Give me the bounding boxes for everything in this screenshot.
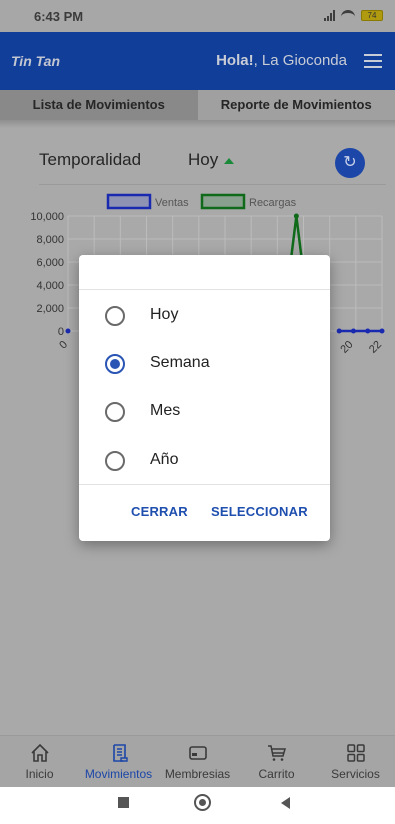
dialog-bottom-divider xyxy=(79,484,330,485)
nav-item-movimientos[interactable]: Movimientos xyxy=(79,736,158,787)
x-tick-label: 22 xyxy=(367,339,384,356)
radio-ano[interactable] xyxy=(105,451,125,471)
greeting-bold: Hola! xyxy=(216,52,254,69)
option-ano[interactable]: Año xyxy=(79,441,330,481)
option-label: Hoy xyxy=(150,306,179,323)
radio-hoy[interactable] xyxy=(105,306,125,326)
hamburger-menu-icon[interactable] xyxy=(364,54,382,68)
grid-icon xyxy=(346,744,365,762)
data-point xyxy=(336,328,342,334)
legend-label: Recargas xyxy=(249,197,297,209)
dialog-top-divider xyxy=(79,289,330,290)
caret-up-icon xyxy=(224,157,235,164)
app-logo: Tin Tan xyxy=(11,53,60,69)
refresh-icon: ↻ xyxy=(343,154,357,171)
y-tick-label: 2,000 xyxy=(36,303,64,315)
system-nav-bar xyxy=(0,787,395,824)
status-time: 6:43 PM xyxy=(34,9,84,24)
option-mes[interactable]: Mes xyxy=(79,392,330,432)
card-icon xyxy=(188,746,207,760)
nav-item-servicios[interactable]: Servicios xyxy=(316,736,395,787)
tab-lista-movimientos[interactable]: Lista de Movimientos xyxy=(0,90,198,120)
option-hoy[interactable]: Hoy xyxy=(79,296,330,336)
receipt-icon xyxy=(112,744,128,762)
radio-semana[interactable] xyxy=(105,354,125,374)
tabs: Lista de Movimientos Reporte de Movimien… xyxy=(0,90,395,120)
bottom-nav: Inicio Movimientos Membresias Carrito Se… xyxy=(0,735,395,787)
legend-label: Ventas xyxy=(155,197,189,209)
home-button-icon[interactable] xyxy=(194,794,211,811)
nav-item-membresias[interactable]: Membresias xyxy=(158,736,237,787)
option-label: Año xyxy=(150,451,179,468)
temporality-value: Hoy xyxy=(188,150,219,169)
status-icons: 74 xyxy=(324,9,383,21)
back-icon[interactable] xyxy=(281,797,290,809)
recent-apps-icon[interactable] xyxy=(118,797,129,808)
greeting-name: , La Gioconda xyxy=(253,52,347,69)
data-point xyxy=(379,328,385,334)
cerrar-button[interactable]: CERRAR xyxy=(131,504,188,519)
radio-mes[interactable] xyxy=(105,402,125,422)
data-point xyxy=(65,328,71,334)
option-label: Semana xyxy=(150,354,210,371)
refresh-button[interactable]: ↻ xyxy=(335,148,365,178)
nav-label: Inicio xyxy=(25,767,54,781)
seleccionar-button[interactable]: SELECCIONAR xyxy=(211,504,308,519)
nav-item-carrito[interactable]: Carrito xyxy=(237,736,316,787)
data-point xyxy=(350,328,356,334)
legend-swatch xyxy=(200,193,246,210)
option-semana[interactable]: Semana xyxy=(79,344,330,384)
nav-label: Movimientos xyxy=(84,767,153,781)
data-point xyxy=(293,213,299,219)
temporality-label: Temporalidad xyxy=(39,150,142,169)
data-point xyxy=(365,328,371,334)
nav-label: Carrito xyxy=(258,767,295,781)
tab-reporte-movimientos[interactable]: Reporte de Movimientos xyxy=(197,90,395,120)
greeting: Hola!, La Gioconda xyxy=(216,52,347,69)
temporality-selector[interactable]: Hoy xyxy=(188,150,235,170)
y-tick-label: 6,000 xyxy=(36,257,64,269)
x-tick-label: 0 xyxy=(57,339,70,352)
chart-legend: Ventas Recargas xyxy=(106,193,297,210)
y-tick-label: 10,000 xyxy=(30,211,64,223)
home-icon xyxy=(30,743,49,762)
app-header: Tin Tan Hola!, La Gioconda xyxy=(0,32,395,90)
battery-icon: 74 xyxy=(361,9,383,21)
y-tick-label: 8,000 xyxy=(36,234,64,246)
tab-shadow xyxy=(0,120,395,128)
y-tick-label: 0 xyxy=(58,326,64,338)
signal-icon xyxy=(324,9,335,21)
chart-y-ticks: 10,000 8,000 6,000 4,000 2,000 0 xyxy=(30,211,64,338)
status-bar: 6:43 PM 74 xyxy=(0,0,395,32)
cart-icon xyxy=(267,745,286,761)
temporality-dialog: Hoy Semana Mes Año CERRAR SELECCIONAR xyxy=(79,255,330,541)
nav-label: Membresias xyxy=(164,767,231,781)
x-tick-label: 20 xyxy=(338,339,355,356)
nav-label: Servicios xyxy=(331,767,380,781)
legend-swatch xyxy=(106,193,152,210)
option-label: Mes xyxy=(150,402,181,419)
y-tick-label: 4,000 xyxy=(36,280,64,292)
wifi-icon xyxy=(341,10,355,20)
divider xyxy=(39,184,386,185)
nav-item-inicio[interactable]: Inicio xyxy=(0,736,79,787)
